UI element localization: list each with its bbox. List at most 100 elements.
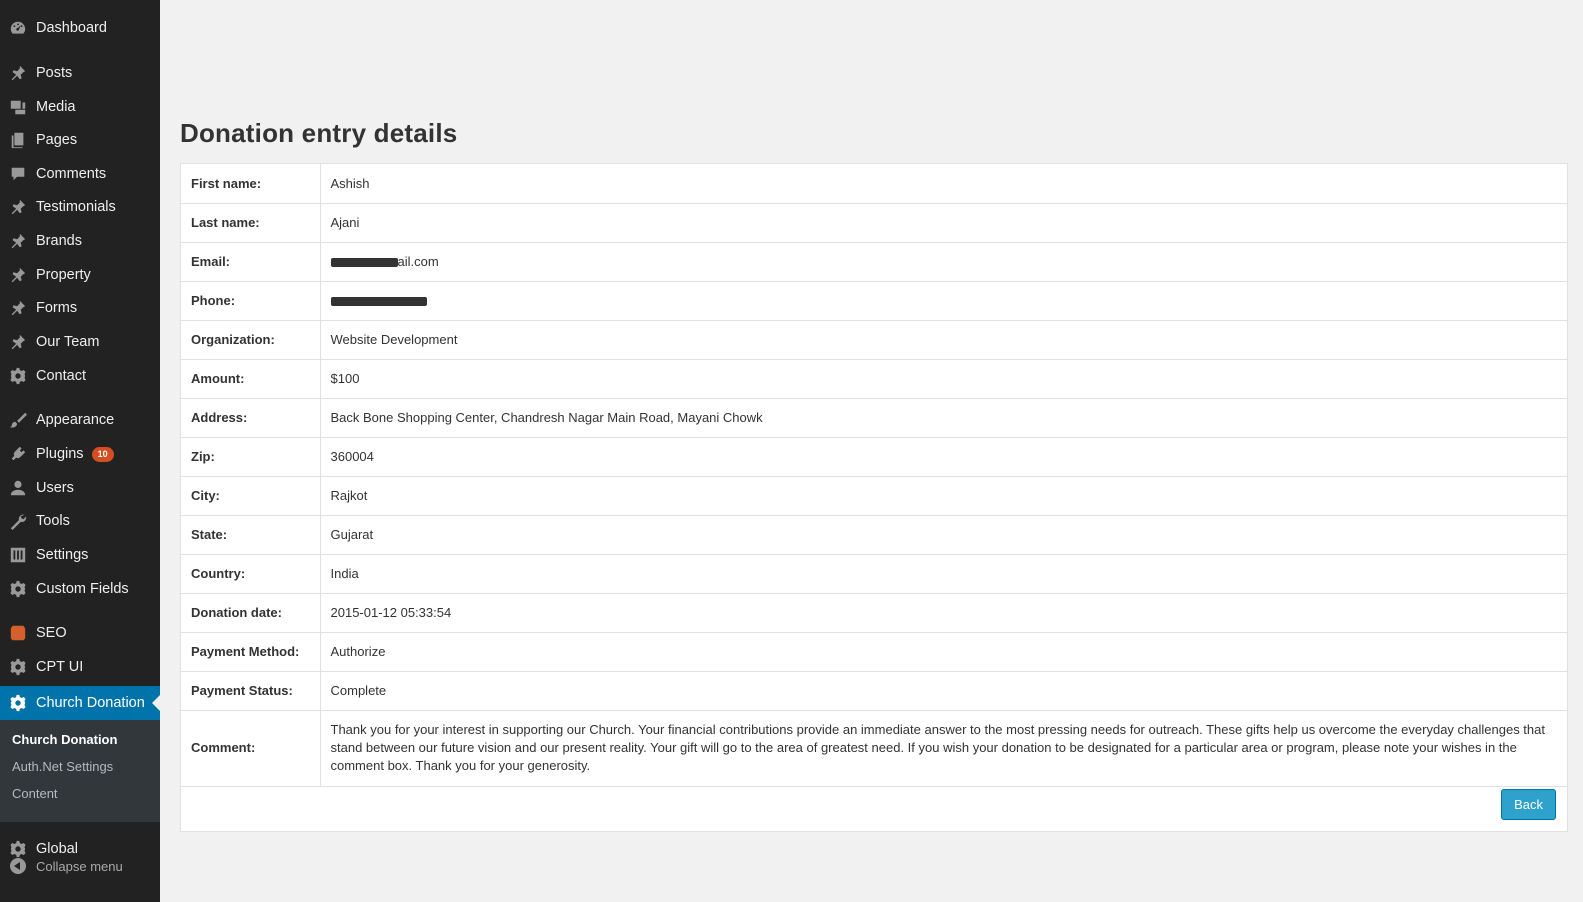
menu-item-our-team[interactable]: Our Team: [0, 325, 160, 359]
donation-details-panel: First name: Ashish Last name: Ajani Emai…: [180, 163, 1568, 832]
menu-item-cpt-ui[interactable]: CPT UI: [0, 650, 160, 684]
menu-label: Appearance: [36, 412, 115, 428]
menu-item-posts[interactable]: Posts: [0, 56, 160, 90]
field-label: Address:: [181, 398, 321, 438]
comments-icon: [0, 165, 36, 183]
menu-item-contact[interactable]: Contact: [0, 359, 160, 393]
redaction-mark: [330, 297, 427, 307]
back-button[interactable]: Back: [1501, 789, 1556, 820]
gear-icon: [0, 580, 36, 598]
table-row: Organization: Website Development: [181, 320, 1567, 360]
field-label: Payment Status:: [181, 671, 321, 711]
menu-item-media[interactable]: Media: [0, 90, 160, 124]
field-label: Donation date:: [181, 593, 321, 633]
menu-item-seo[interactable]: SEO: [0, 616, 160, 650]
menu-label: Tools: [36, 513, 70, 529]
menu-item-plugins[interactable]: Plugins 10: [0, 437, 160, 471]
table-row: Last name: Ajani: [181, 203, 1567, 243]
field-label: Last name:: [181, 203, 321, 243]
field-label: Phone:: [181, 281, 321, 321]
menu-label: Posts: [36, 65, 73, 81]
menu-item-pages[interactable]: Pages: [0, 123, 160, 157]
menu-item-brands[interactable]: Brands: [0, 224, 160, 258]
seo-icon: [0, 624, 36, 642]
table-row: Country: India: [181, 554, 1567, 594]
field-label: Email:: [181, 242, 321, 282]
table-row: Email: ail.com: [181, 242, 1567, 282]
table-row: Address: Back Bone Shopping Center, Chan…: [181, 398, 1567, 438]
menu-item-tools[interactable]: Tools: [0, 504, 160, 538]
gear-icon: [0, 367, 36, 385]
menu-label: Media: [36, 99, 76, 115]
submenu-church-donation[interactable]: Church Donation: [12, 732, 117, 747]
settings-icon: [0, 546, 36, 564]
gear-icon: [0, 694, 36, 712]
menu-item-users[interactable]: Users: [0, 471, 160, 505]
table-row: First name: Ashish: [181, 164, 1567, 204]
field-label: City:: [181, 476, 321, 516]
field-value: 2015-01-12 05:33:54: [320, 593, 1567, 633]
field-label: State:: [181, 515, 321, 555]
menu-item-dashboard[interactable]: Dashboard: [0, 11, 160, 45]
pin-icon: [0, 232, 36, 250]
menu-label: Our Team: [36, 334, 100, 350]
field-value: India: [320, 554, 1567, 594]
menu-label: Testimonials: [36, 199, 116, 215]
menu-item-property[interactable]: Property: [0, 258, 160, 292]
field-value: Rajkot: [320, 476, 1567, 516]
submenu-content[interactable]: Content: [12, 786, 58, 801]
field-value: Complete: [320, 671, 1567, 711]
table-row: Phone:: [181, 281, 1567, 321]
menu-label: Pages: [36, 132, 78, 148]
field-value: Authorize: [320, 632, 1567, 672]
pin-icon: [0, 299, 36, 317]
pages-icon: [0, 131, 36, 149]
table-row: Payment Status: Complete: [181, 671, 1567, 711]
collapse-icon: [0, 858, 36, 874]
table-row: City: Rajkot: [181, 476, 1567, 516]
menu-item-appearance[interactable]: Appearance: [0, 403, 160, 437]
page-title: Donation entry details: [180, 118, 458, 148]
menu-label: Users: [36, 480, 74, 496]
menu-label: Custom Fields: [36, 581, 129, 597]
menu-item-comments[interactable]: Comments: [0, 157, 160, 191]
menu-item-forms[interactable]: Forms: [0, 291, 160, 325]
submenu-authnet-settings[interactable]: Auth.Net Settings: [12, 759, 113, 774]
menu-item-church-donation[interactable]: Church Donation: [0, 686, 160, 720]
dashboard-icon: [0, 19, 36, 37]
field-value: Gujarat: [320, 515, 1567, 555]
field-value: Back Bone Shopping Center, Chandresh Nag…: [320, 398, 1567, 438]
plugin-icon: [0, 445, 36, 463]
collapse-label: Collapse menu: [36, 858, 123, 874]
menu-label: Global: [36, 841, 78, 857]
menu-item-testimonials[interactable]: Testimonials: [0, 190, 160, 224]
menu-label: Comments: [36, 166, 107, 182]
menu-item-settings[interactable]: Settings: [0, 538, 160, 572]
table-row: Payment Method: Authorize: [181, 632, 1567, 672]
menu-label: Dashboard: [36, 20, 107, 36]
field-value: Ashish: [320, 164, 1567, 204]
church-donation-submenu: Church Donation Auth.Net Settings Conten…: [0, 720, 160, 822]
menu-label: Property: [36, 267, 91, 283]
field-label: Amount:: [181, 359, 321, 399]
field-value-comment: Thank you for your interest in supportin…: [320, 710, 1567, 787]
field-label: Organization:: [181, 320, 321, 360]
field-label: Zip:: [181, 437, 321, 477]
table-row: Comment: Thank you for your interest in …: [181, 710, 1567, 787]
pin-icon: [0, 198, 36, 216]
gear-icon: [0, 658, 36, 676]
field-value: Ajani: [320, 203, 1567, 243]
field-label: Comment:: [181, 710, 321, 787]
table-row: Donation date: 2015-01-12 05:33:54: [181, 593, 1567, 633]
menu-label: Plugins: [36, 446, 84, 462]
field-label: Payment Method:: [181, 632, 321, 672]
collapse-menu-button[interactable]: Collapse menu: [0, 856, 160, 876]
field-value: 360004: [320, 437, 1567, 477]
menu-label: SEO: [36, 625, 67, 641]
menu-label: Forms: [36, 300, 78, 316]
pin-icon: [0, 266, 36, 284]
wrench-icon: [0, 512, 36, 530]
menu-item-custom-fields[interactable]: Custom Fields: [0, 572, 160, 606]
pin-icon: [0, 64, 36, 82]
admin-sidebar: Dashboard Posts Media Pages Comments Tes…: [0, 0, 160, 902]
